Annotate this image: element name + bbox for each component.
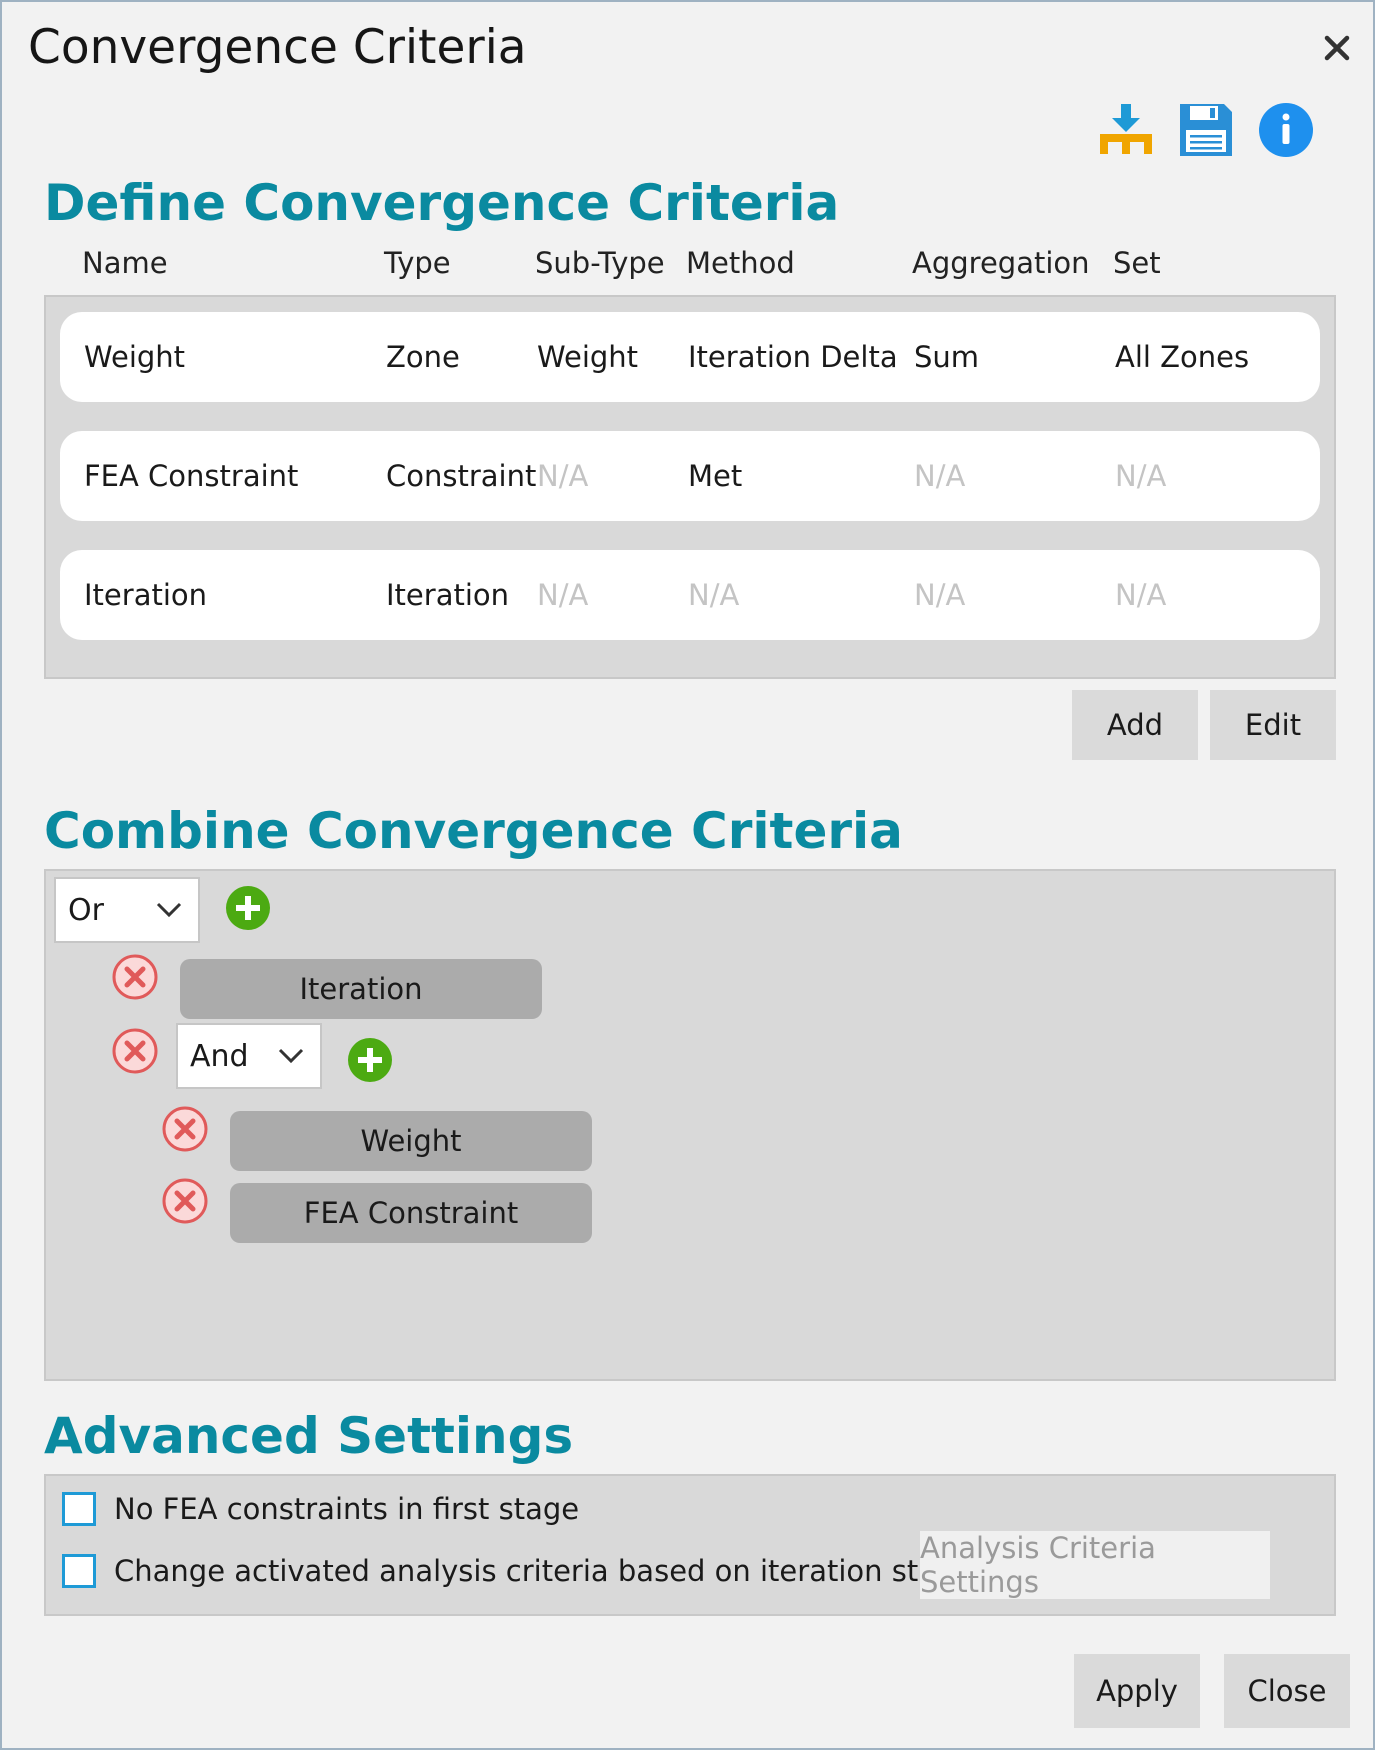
column-header-name: Name xyxy=(82,246,168,280)
cell-aggregation: N/A xyxy=(914,459,966,493)
add-button[interactable]: Add xyxy=(1072,690,1198,760)
cell-method: Iteration Delta xyxy=(688,340,898,374)
nested-operator-select[interactable]: And xyxy=(176,1023,322,1089)
remove-icon[interactable] xyxy=(111,1027,159,1075)
cell-type: Zone xyxy=(386,340,460,374)
remove-icon[interactable] xyxy=(161,1105,209,1153)
cell-set: All Zones xyxy=(1115,340,1250,374)
no-fea-first-stage-checkbox[interactable] xyxy=(62,1492,96,1526)
cell-type: Constraint xyxy=(386,459,537,493)
criterion-fea-constraint[interactable]: FEA Constraint xyxy=(230,1183,592,1243)
cell-type: Iteration xyxy=(386,578,510,612)
criterion-iteration[interactable]: Iteration xyxy=(180,959,542,1019)
column-header-method: Method xyxy=(686,246,795,280)
nested-operator-value: And xyxy=(190,1039,249,1074)
change-analysis-criteria-checkbox[interactable] xyxy=(62,1554,96,1588)
cell-subtype: N/A xyxy=(537,578,589,612)
remove-icon[interactable] xyxy=(161,1177,209,1225)
advanced-settings-panel: No FEA constraints in first stage Change… xyxy=(44,1474,1336,1616)
table-row[interactable]: FEA Constraint Constraint N/A Met N/A N/… xyxy=(60,431,1320,521)
chevron-down-icon xyxy=(156,902,182,918)
import-icon[interactable] xyxy=(1098,102,1154,158)
criterion-weight[interactable]: Weight xyxy=(230,1111,592,1171)
info-icon[interactable] xyxy=(1258,102,1314,158)
cell-name: Iteration xyxy=(84,578,208,612)
dialog-title: Convergence Criteria xyxy=(28,20,527,75)
table-row[interactable]: Iteration Iteration N/A N/A N/A N/A xyxy=(60,550,1320,640)
convergence-criteria-dialog: Convergence Criteria Define Convergence … xyxy=(0,0,1375,1750)
cell-subtype: Weight xyxy=(537,340,639,374)
combine-section-title: Combine Convergence Criteria xyxy=(44,802,903,860)
cell-method: N/A xyxy=(688,578,740,612)
cell-name: Weight xyxy=(84,340,186,374)
advanced-section-title: Advanced Settings xyxy=(44,1407,574,1465)
criteria-table: Weight Zone Weight Iteration Delta Sum A… xyxy=(44,295,1336,679)
column-header-subtype: Sub-Type xyxy=(535,246,665,280)
chevron-down-icon xyxy=(278,1048,304,1064)
define-section-title: Define Convergence Criteria xyxy=(44,174,840,232)
remove-icon[interactable] xyxy=(111,953,159,1001)
cell-name: FEA Constraint xyxy=(84,459,299,493)
add-icon[interactable] xyxy=(346,1036,394,1084)
root-operator-select[interactable]: Or xyxy=(54,877,200,943)
table-row[interactable]: Weight Zone Weight Iteration Delta Sum A… xyxy=(60,312,1320,402)
cell-aggregation: N/A xyxy=(914,578,966,612)
combine-tree: Or Iteration And Weight FEA Constraint xyxy=(44,869,1336,1381)
column-header-type: Type xyxy=(384,246,451,280)
column-header-set: Set xyxy=(1113,246,1161,280)
add-icon[interactable] xyxy=(224,884,272,932)
change-analysis-criteria-label: Change activated analysis criteria based… xyxy=(114,1554,973,1588)
column-header-aggregation: Aggregation xyxy=(912,246,1090,280)
cell-set: N/A xyxy=(1115,459,1167,493)
save-icon[interactable] xyxy=(1178,102,1234,158)
root-operator-value: Or xyxy=(68,893,104,928)
close-icon[interactable] xyxy=(1317,28,1357,68)
cell-subtype: N/A xyxy=(537,459,589,493)
cell-aggregation: Sum xyxy=(914,340,980,374)
cell-set: N/A xyxy=(1115,578,1167,612)
apply-button[interactable]: Apply xyxy=(1074,1654,1200,1728)
no-fea-first-stage-label: No FEA constraints in first stage xyxy=(114,1492,580,1526)
analysis-criteria-settings-button: Analysis Criteria Settings xyxy=(920,1531,1270,1599)
cell-method: Met xyxy=(688,459,743,493)
edit-button[interactable]: Edit xyxy=(1210,690,1336,760)
close-button[interactable]: Close xyxy=(1224,1654,1350,1728)
